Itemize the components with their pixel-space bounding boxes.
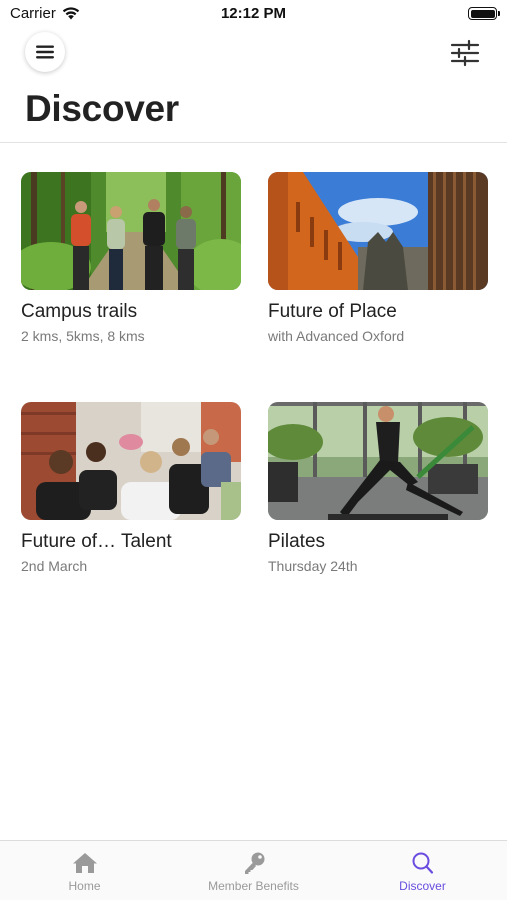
card-image-event-audience: [21, 402, 241, 520]
page-title: Discover: [25, 88, 179, 129]
card-title: Future of… Talent: [21, 531, 172, 552]
home-icon: [72, 853, 97, 873]
hamburger-menu-icon: [36, 45, 54, 59]
card-title: Campus trails: [21, 301, 138, 322]
status-bar: Carrier 12:12 PM: [0, 0, 507, 28]
card-campus-trails[interactable]: Campus trails 2 kms, 5kms, 8 kms: [21, 172, 241, 344]
battery-icon: [468, 7, 500, 20]
card-title: Future of Place: [268, 301, 397, 322]
key-icon: [244, 852, 264, 874]
search-icon: [412, 852, 433, 874]
card-future-of-place[interactable]: Future of Place with Advanced Oxford: [268, 172, 488, 344]
card-subtitle: Thursday 24th: [268, 558, 358, 574]
card-image-orange-building: [268, 172, 488, 290]
card-image-gym-stretch: [268, 402, 488, 520]
tab-member-benefits[interactable]: Member Benefits: [169, 841, 338, 900]
tab-discover[interactable]: Discover: [338, 841, 507, 900]
card-title: Pilates: [268, 531, 326, 552]
card-pilates[interactable]: Pilates Thursday 24th: [268, 402, 488, 574]
tab-label: Member Benefits: [208, 879, 299, 893]
tab-label: Home: [68, 879, 101, 893]
tab-bar: Home Member Benefits Discover: [0, 840, 507, 900]
filter-button[interactable]: [449, 38, 481, 68]
card-subtitle: with Advanced Oxford: [268, 328, 405, 344]
sliders-icon: [450, 39, 480, 67]
menu-button[interactable]: [25, 32, 65, 72]
header-divider: [0, 142, 507, 143]
card-subtitle: 2nd March: [21, 558, 88, 574]
tab-home[interactable]: Home: [0, 841, 169, 900]
card-subtitle: 2 kms, 5kms, 8 kms: [21, 328, 145, 344]
tab-label: Discover: [399, 879, 446, 893]
card-future-of-talent[interactable]: Future of… Talent 2nd March: [21, 402, 241, 574]
card-image-forest-trail: [21, 172, 241, 290]
status-time: 12:12 PM: [220, 5, 287, 22]
